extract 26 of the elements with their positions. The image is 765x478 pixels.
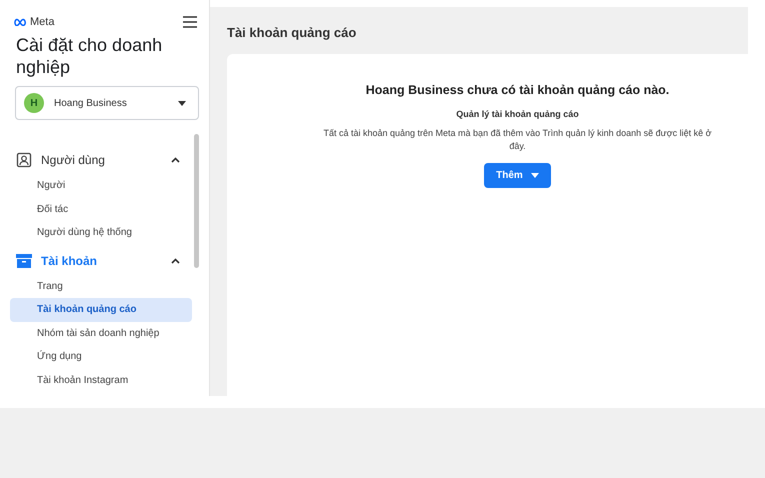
empty-description: Tất cả tài khoản quảng trên Meta mà bạn đã thêm vào Trình quản lý kinh doanh sẽ được liệt kê ở đây. [322,127,713,153]
sidebar-item[interactable]: Tài khoản Instagram [10,368,192,392]
sidebar-item[interactable]: Ứng dụng [10,345,192,368]
page-title: Tài khoản quảng cáo [227,25,358,40]
business-selector[interactable]: H Hoang Business [15,86,199,120]
sidebar-item[interactable]: Trang [10,274,192,298]
scrollbar[interactable] [194,134,199,268]
sidebar-item[interactable]: Người dùng hệ thống [10,221,192,244]
caret-icon [530,173,539,178]
section-header[interactable]: Người dùng [14,146,192,174]
section-header[interactable]: Tài khoản [14,246,192,274]
caret-icon [178,100,186,106]
person-card-icon [16,152,32,168]
sidebar-title: Cài đặt cho doanh nghiệp [16,34,164,78]
empty-subheading: Quản lý tài khoản quảng cáo [456,109,579,119]
add-button[interactable]: Thêm [484,163,551,188]
sidebar-item[interactable]: Tài khoản quảng cáo [10,298,192,322]
meta-logo-icon [14,18,28,26]
business-avatar: H [24,93,44,113]
brand-name: Meta [30,16,54,28]
sidebar-item[interactable]: Đối tác [10,198,192,221]
box-icon [16,254,32,268]
menu-icon[interactable] [183,16,197,28]
sidebar-item[interactable]: Người [10,174,192,198]
sidebar-item[interactable]: Nhóm tài sản doanh nghiệp [10,322,192,345]
empty-heading: Hoang Business chưa có tài khoản quảng cáo nào. [366,83,670,97]
